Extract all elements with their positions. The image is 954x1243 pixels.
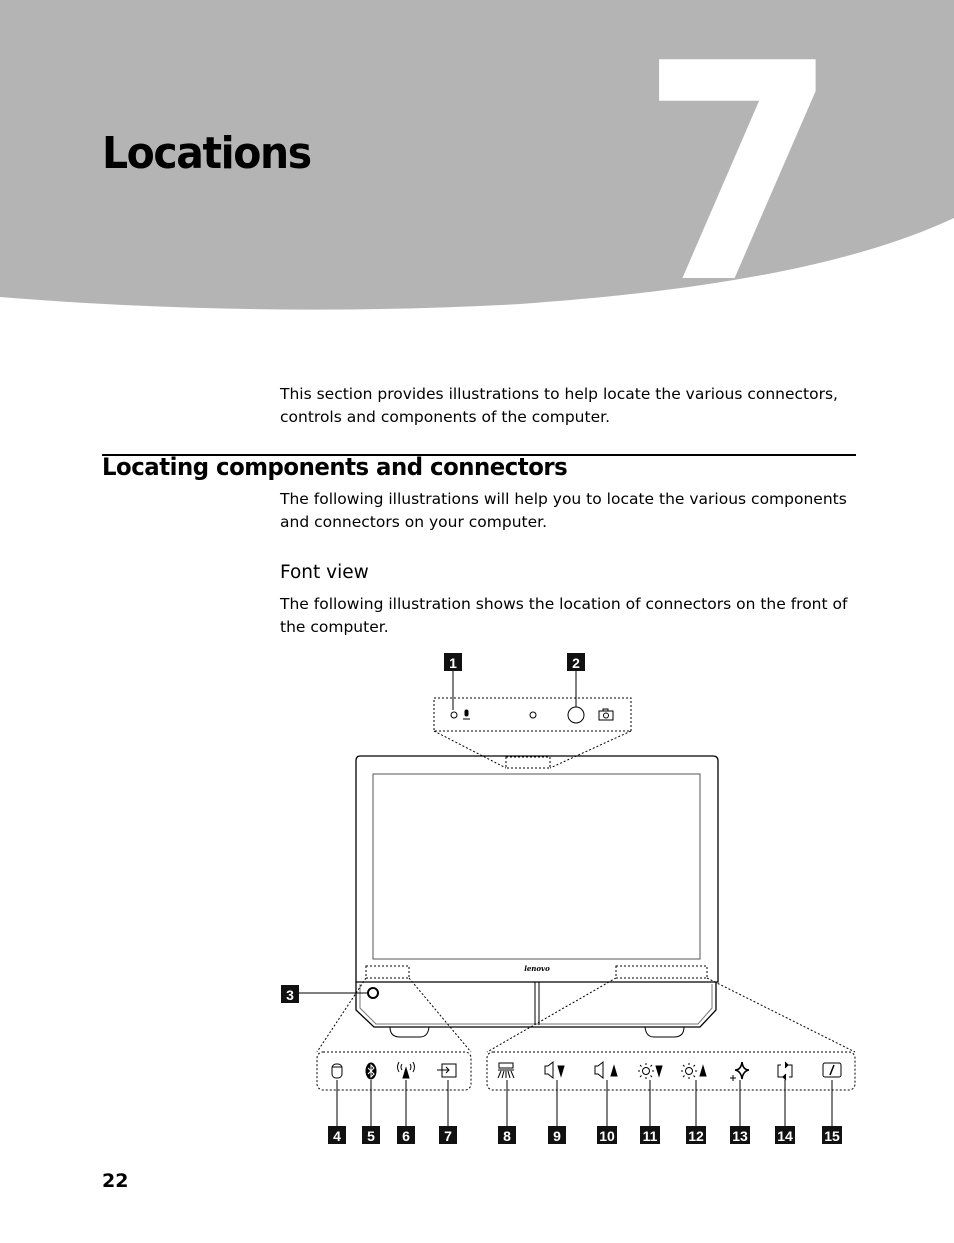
callout-9: 9 — [548, 1126, 566, 1144]
screen — [372, 773, 701, 960]
subsection-text: The following illustration shows the loc… — [280, 595, 848, 636]
svg-text:10: 10 — [599, 1128, 615, 1144]
svg-text:13: 13 — [732, 1128, 748, 1144]
activity-led-icon — [529, 711, 537, 719]
intro-text: This section provides illustrations to h… — [280, 385, 838, 426]
svg-text:6: 6 — [402, 1128, 410, 1144]
svg-text:9: 9 — [553, 1128, 561, 1144]
section-heading: Locating components and connectors — [102, 453, 568, 481]
volume-down-icon — [544, 1060, 565, 1080]
callout-8: 8 — [498, 1126, 516, 1144]
callout-1: 1 — [444, 653, 462, 671]
svg-text:7: 7 — [444, 1128, 452, 1144]
microphone-icon — [463, 709, 470, 720]
svg-text:2: 2 — [572, 655, 580, 671]
camera-lens-icon — [567, 706, 585, 724]
svg-text:14: 14 — [777, 1128, 793, 1144]
left-indicator-detail — [316, 977, 472, 1091]
callout-5: 5 — [362, 1126, 380, 1144]
monitor: lenovo — [355, 755, 719, 1038]
right-button-detail — [486, 977, 856, 1091]
front-view-illustration: lenovo 1 2 3 4 5 6 7 8 9 10 11 12 13 14 … — [281, 653, 856, 1144]
right-button-bar — [615, 965, 708, 979]
hard-drive-indicator-icon — [331, 1063, 343, 1079]
brand-logo: lenovo — [524, 964, 550, 973]
callout-7: 7 — [439, 1126, 457, 1144]
backlight-icon — [497, 1062, 515, 1079]
svg-text:1: 1 — [449, 655, 457, 671]
left-indicator-bar — [365, 965, 410, 979]
section-text: The following illustrations will help yo… — [280, 490, 847, 531]
chapter-title: Locations — [102, 128, 312, 179]
page-number: 22 — [102, 1170, 129, 1192]
power-button-icon — [367, 987, 379, 999]
wireless-icon — [397, 1061, 415, 1079]
display-off-icon — [822, 1062, 842, 1078]
callout-2: 2 — [567, 653, 585, 671]
callout-12: 12 — [686, 1126, 706, 1144]
leader-lines — [298, 670, 833, 1126]
chapter-number: 7 — [640, 0, 838, 330]
right-foot — [644, 1026, 685, 1038]
brightness-up-icon — [681, 1063, 707, 1079]
volume-up-icon — [594, 1060, 618, 1080]
svg-text:8: 8 — [503, 1128, 511, 1144]
svg-text:3: 3 — [286, 987, 294, 1003]
svg-text:15: 15 — [824, 1128, 840, 1144]
callout-10: 10 — [597, 1126, 617, 1144]
svg-text:11: 11 — [643, 1128, 658, 1144]
camera-icon — [598, 708, 614, 721]
callout-13: 13 — [730, 1126, 750, 1144]
svg-text:5: 5 — [367, 1128, 375, 1144]
input-source-icon — [437, 1063, 457, 1078]
callout-15: 15 — [822, 1126, 842, 1144]
callout-4: 4 — [328, 1126, 346, 1144]
mic-hole-icon — [450, 711, 458, 719]
callout-3: 3 — [281, 985, 299, 1003]
bluetooth-icon — [365, 1062, 377, 1080]
brightness-down-icon — [638, 1063, 663, 1079]
camera-detail-panel — [433, 697, 632, 769]
subsection-heading: Font view — [280, 562, 369, 583]
callout-11: 11 — [640, 1126, 660, 1144]
effects-icon — [730, 1061, 750, 1081]
callout-14: 14 — [775, 1126, 795, 1144]
camera-bar — [505, 756, 551, 769]
left-foot — [389, 1026, 430, 1038]
rotate-icon — [777, 1061, 793, 1081]
svg-text:4: 4 — [333, 1128, 341, 1144]
callout-6: 6 — [397, 1126, 415, 1144]
svg-text:12: 12 — [688, 1128, 704, 1144]
